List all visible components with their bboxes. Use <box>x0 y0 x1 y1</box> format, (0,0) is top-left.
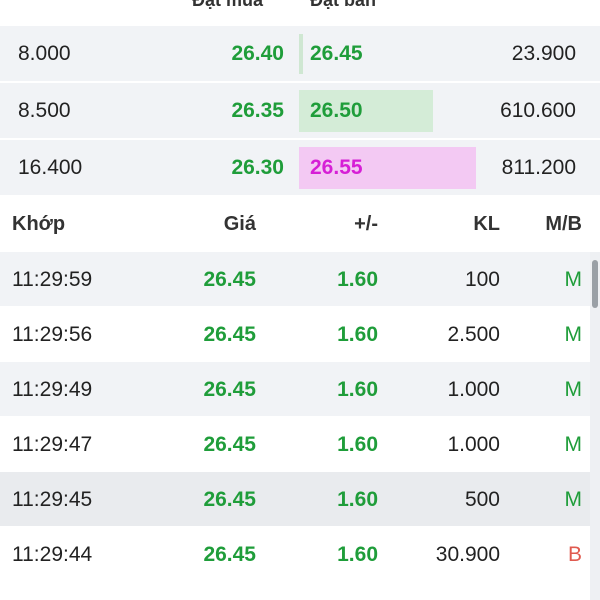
match-row[interactable]: 11:29:59 26.45 1.60 100 M <box>0 252 600 307</box>
ask-price[interactable]: 26.45 <box>310 26 363 82</box>
match-row[interactable]: 11:29:44 26.45 1.60 30.900 B <box>0 527 600 582</box>
bid-price[interactable]: 26.30 <box>231 140 284 196</box>
match-change: 1.60 <box>337 543 378 566</box>
match-change: 1.60 <box>337 488 378 511</box>
match-price: 26.45 <box>203 543 256 566</box>
match-volume: 2.500 <box>447 323 500 346</box>
bid-price[interactable]: 26.40 <box>231 26 284 82</box>
header-volume: KL <box>473 213 500 235</box>
match-volume: 30.900 <box>435 543 500 566</box>
match-side: M <box>564 488 583 511</box>
ask-price[interactable]: 26.50 <box>310 83 363 139</box>
match-price: 26.45 <box>203 268 256 291</box>
match-time: 11:29:45 <box>12 488 93 511</box>
match-volume: 500 <box>464 488 500 511</box>
match-row[interactable]: 11:29:49 26.45 1.60 1.000 M <box>0 362 600 417</box>
orderbook-row[interactable]: 16.400 26.30 26.55 811.200 <box>0 140 600 196</box>
match-time: 11:29:47 <box>12 433 93 456</box>
scrollbar-thumb[interactable] <box>592 260 598 308</box>
orderbook-row[interactable]: 8.500 26.35 26.50 610.600 <box>0 83 600 139</box>
match-price: 26.45 <box>203 323 256 346</box>
match-row[interactable]: 11:29:56 26.45 1.60 2.500 M <box>0 307 600 362</box>
match-side: M <box>564 378 583 401</box>
match-change: 1.60 <box>337 378 378 401</box>
matches-header: Khớp Giá +/- KL M/B <box>0 196 600 252</box>
header-change: +/- <box>354 213 378 235</box>
match-price: 26.45 <box>203 378 256 401</box>
match-time: 11:29:44 <box>12 543 93 566</box>
bid-volume: 8.000 <box>18 42 71 65</box>
bid-price[interactable]: 26.35 <box>231 83 284 139</box>
orderbook-header: Đặt mua Đặt bán <box>0 0 600 14</box>
match-price: 26.45 <box>203 433 256 456</box>
match-row[interactable]: 11:29:47 26.45 1.60 1.000 M <box>0 417 600 472</box>
header-time: Khớp <box>12 213 66 235</box>
match-volume: 100 <box>464 268 500 291</box>
ask-price[interactable]: 26.55 <box>310 140 363 196</box>
orderbook-separator <box>299 34 303 74</box>
ask-volume: 23.900 <box>511 42 576 65</box>
match-volume: 1.000 <box>447 433 500 456</box>
match-side: M <box>564 268 583 291</box>
match-time: 11:29:56 <box>12 323 93 346</box>
ask-volume: 610.600 <box>500 99 576 122</box>
header-side: M/B <box>545 213 582 235</box>
orderbook-header-buy: Đặt mua <box>192 0 264 10</box>
bid-volume: 8.500 <box>18 99 71 122</box>
bid-volume: 16.400 <box>18 156 83 179</box>
match-side: M <box>564 323 583 346</box>
orderbook-row[interactable]: 8.000 26.40 26.45 23.900 <box>0 26 600 82</box>
orderbook-header-sell: Đặt bán <box>310 0 377 10</box>
match-side: B <box>567 543 582 566</box>
match-change: 1.60 <box>337 268 378 291</box>
match-change: 1.60 <box>337 433 378 456</box>
ask-volume: 811.200 <box>501 156 576 179</box>
match-change: 1.60 <box>337 323 378 346</box>
scrollbar[interactable] <box>590 252 600 600</box>
match-volume: 1.000 <box>447 378 500 401</box>
match-row[interactable]: 11:29:45 26.45 1.60 500 M <box>0 472 600 527</box>
header-price: Giá <box>223 213 256 235</box>
match-price: 26.45 <box>203 488 256 511</box>
match-time: 11:29:49 <box>12 378 93 401</box>
match-time: 11:29:59 <box>12 268 93 291</box>
match-side: M <box>564 433 583 456</box>
